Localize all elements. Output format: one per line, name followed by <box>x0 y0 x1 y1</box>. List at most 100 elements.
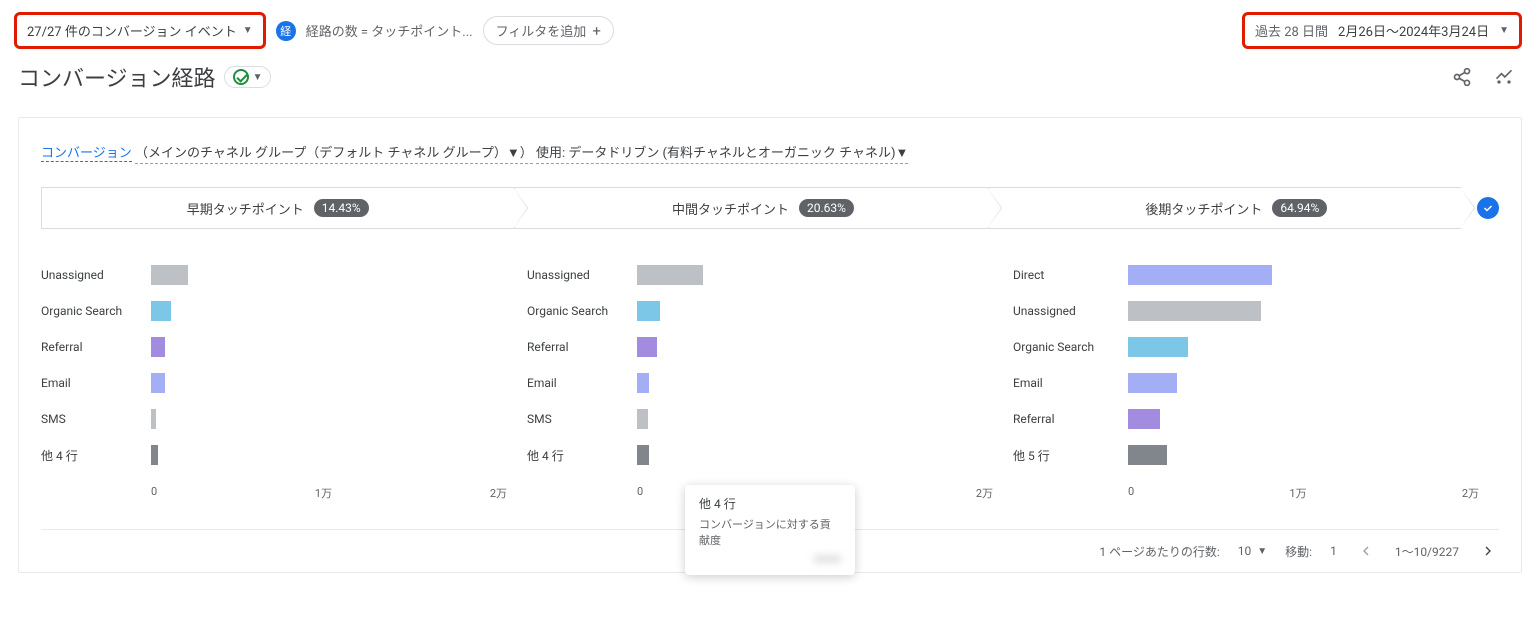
path-filter-text[interactable]: 経路の数 = タッチポイント... <box>306 21 473 40</box>
bar[interactable] <box>1128 265 1272 285</box>
prev-page-button[interactable] <box>1355 540 1377 562</box>
bar-row: Unassigned <box>527 257 993 293</box>
step-mid[interactable]: 中間タッチポイント 20.63% <box>514 187 987 229</box>
bar-label: SMS <box>527 412 637 426</box>
axis-tick: 1万 <box>315 485 332 501</box>
path-badge-icon: 経 <box>276 21 296 41</box>
axis-tick: 0 <box>1128 485 1134 501</box>
bar-label: SMS <box>41 412 151 426</box>
bar[interactable] <box>151 337 165 357</box>
bar-row: Organic Search <box>41 293 507 329</box>
chart-tooltip: 他 4 行コンバージョンに対する貢献度xxxxx <box>685 485 855 575</box>
add-filter-button[interactable]: フィルタを追加 + <box>483 16 614 45</box>
step-pct: 14.43% <box>314 199 369 217</box>
bar[interactable] <box>151 373 165 393</box>
tooltip-sub: コンバージョンに対する貢献度 <box>699 516 841 548</box>
bar[interactable] <box>1128 409 1160 429</box>
step-late[interactable]: 後期タッチポイント 64.94% <box>988 187 1461 229</box>
events-filter-label: 27/27 件のコンバージョン イベント <box>27 21 237 40</box>
bar-row: Organic Search <box>1013 329 1479 365</box>
step-pct: 64.94% <box>1272 199 1327 217</box>
step-label: 中間タッチポイント <box>672 199 789 218</box>
step-label: 後期タッチポイント <box>1145 199 1262 218</box>
bar-label: Organic Search <box>527 304 637 318</box>
bar-row: Email <box>41 365 507 401</box>
goto-label: 移動: <box>1285 543 1312 560</box>
bar-label: Referral <box>1013 412 1128 426</box>
bar-row: Referral <box>1013 401 1479 437</box>
next-page-button[interactable] <box>1477 540 1499 562</box>
axis-tick: 2万 <box>490 485 507 501</box>
bar-row: 他 4 行 <box>41 437 507 473</box>
date-range: 2月26日～2024年3月24日 <box>1338 21 1489 40</box>
bar-row: Email <box>527 365 993 401</box>
bar-label: Organic Search <box>41 304 151 318</box>
bar-label: Unassigned <box>1013 304 1128 318</box>
caret-down-icon: ▼ <box>253 72 263 83</box>
bar-row: Direct <box>1013 257 1479 293</box>
caret-down-icon: ▼ <box>243 25 253 36</box>
step-early[interactable]: 早期タッチポイント 14.43% <box>41 187 514 229</box>
bar-row: Organic Search <box>527 293 993 329</box>
step-label: 早期タッチポイント <box>187 199 304 218</box>
bar[interactable] <box>151 265 188 285</box>
bar[interactable] <box>151 409 156 429</box>
add-filter-label: フィルタを追加 <box>496 21 587 40</box>
bar-row: Referral <box>527 329 993 365</box>
bar[interactable] <box>1128 445 1167 465</box>
bar-row: SMS <box>527 401 993 437</box>
attribution-model[interactable]: 使用: データドリブン (有料チャネルとオーガニック チャネル)▼ <box>536 146 908 164</box>
check-circle-icon <box>233 69 249 85</box>
bar-label: Email <box>1013 376 1128 390</box>
chart-1: Unassigned Organic Search Referral Email SMS… <box>527 257 1013 501</box>
bar[interactable] <box>637 445 649 465</box>
bar-row: 他 4 行 <box>527 437 993 473</box>
caret-down-icon: ▼ <box>1257 546 1267 557</box>
share-icon[interactable] <box>1450 65 1474 89</box>
bar-row: Referral <box>41 329 507 365</box>
page-range: 1～10/9227 <box>1395 543 1459 560</box>
bar-row: 他 5 行 <box>1013 437 1479 473</box>
bar[interactable] <box>1128 373 1177 393</box>
bar-label: Email <box>527 376 637 390</box>
bar-label: Referral <box>41 340 151 354</box>
bar-label: 他 5 行 <box>1013 447 1128 464</box>
status-chip[interactable]: ▼ <box>224 66 272 88</box>
bar[interactable] <box>637 337 657 357</box>
goto-value[interactable]: 1 <box>1330 544 1337 558</box>
bar-label: Direct <box>1013 268 1128 282</box>
bar-label: 他 4 行 <box>527 447 637 464</box>
bar-row: Unassigned <box>1013 293 1479 329</box>
axis-tick: 1万 <box>1289 485 1306 501</box>
bar[interactable] <box>151 445 158 465</box>
bar-row: Email <box>1013 365 1479 401</box>
tooltip-value: xxxxx <box>699 552 841 565</box>
bar-row: SMS <box>41 401 507 437</box>
bar-label: Unassigned <box>41 268 151 282</box>
axis-tick: 0 <box>637 485 643 501</box>
rows-per-page-select[interactable]: 10 ▼ <box>1238 544 1267 558</box>
bar[interactable] <box>1128 337 1188 357</box>
bar[interactable] <box>637 301 660 321</box>
chart-2: Direct Unassigned Organic Search Email Refer… <box>1013 257 1499 501</box>
conversion-events-filter[interactable]: 27/27 件のコンバージョン イベント ▼ <box>14 12 266 49</box>
bar-label: Referral <box>527 340 637 354</box>
bar[interactable] <box>1128 301 1261 321</box>
bar[interactable] <box>637 265 703 285</box>
steps-done-icon <box>1477 197 1499 219</box>
chart-config-row[interactable]: コンバージョン （メインのチャネル グループ（デフォルト チャネル グループ）▼… <box>41 142 1499 161</box>
bar-label: Unassigned <box>527 268 637 282</box>
insights-icon[interactable] <box>1492 65 1516 89</box>
rows-per-page-label: 1 ページあたりの行数: <box>1099 543 1219 560</box>
bar[interactable] <box>151 301 171 321</box>
date-prefix: 過去 28 日間 <box>1255 21 1328 40</box>
bar-label: Organic Search <box>1013 340 1128 354</box>
bar-label: 他 4 行 <box>41 447 151 464</box>
date-range-picker[interactable]: 過去 28 日間 2月26日～2024年3月24日 ▼ <box>1242 12 1522 49</box>
metric-selector[interactable]: コンバージョン <box>41 146 132 162</box>
dimension-selector[interactable]: （メインのチャネル グループ（デフォルト チャネル グループ）▼） <box>135 146 533 164</box>
bar[interactable] <box>637 373 649 393</box>
chart-0: Unassigned Organic Search Referral Email SMS… <box>41 257 527 501</box>
plus-icon: + <box>592 22 601 40</box>
bar[interactable] <box>637 409 648 429</box>
